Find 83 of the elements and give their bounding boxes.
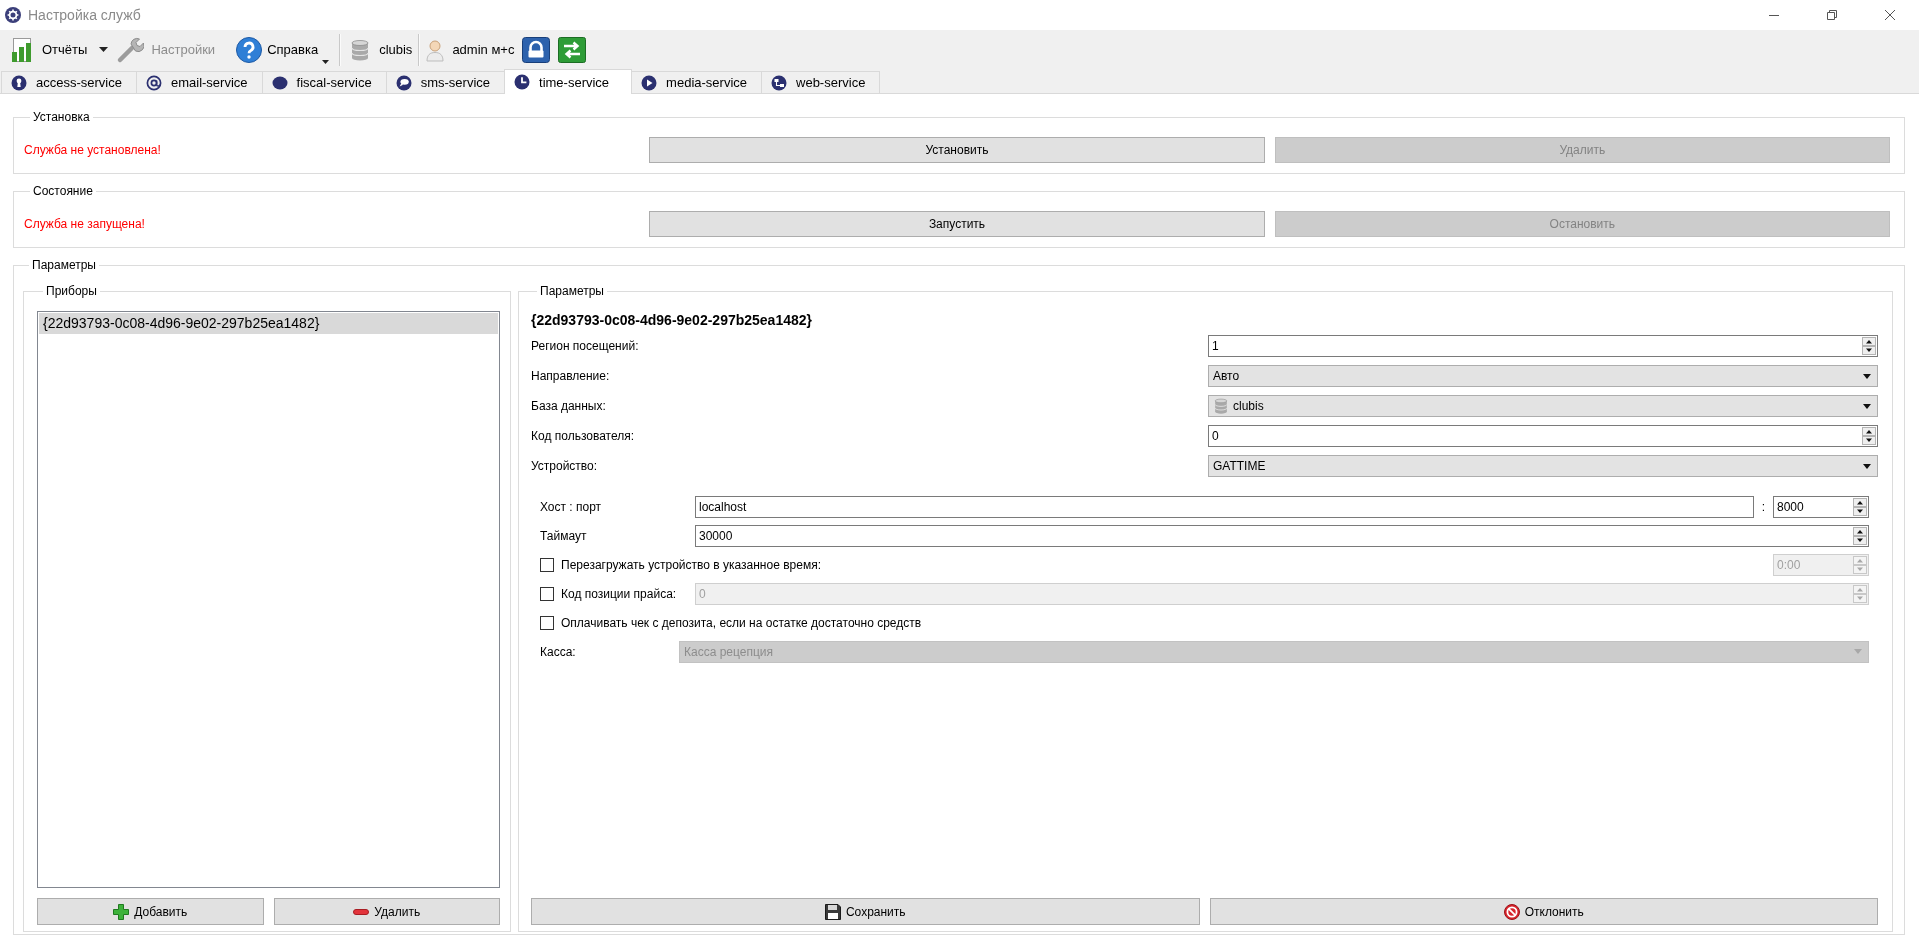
action-button[interactable]: Удалить: [273, 898, 500, 925]
action-button[interactable]: Запустить: [649, 211, 1265, 237]
host-field[interactable]: localhost: [695, 495, 1754, 518]
list-item[interactable]: {22d93793-0c08-4d96-9e02-297b25ea1482}: [39, 313, 498, 334]
action-button[interactable]: Добавить: [37, 898, 264, 925]
help-icon: [235, 35, 264, 64]
window-title: Настройка служб: [28, 7, 141, 23]
spin-arrows-icon: [1853, 555, 1867, 574]
caret-icon: [1863, 403, 1871, 409]
group-title: Параметры: [539, 284, 605, 298]
number-field[interactable]: 0: [1208, 425, 1878, 447]
switch-button[interactable]: [558, 36, 587, 63]
action-button[interactable]: Установить: [649, 137, 1265, 163]
gear-icon: [5, 7, 21, 23]
spin-arrows-icon: [1862, 427, 1876, 445]
checkbox-label: Код позиции прайса:: [561, 586, 677, 601]
spin-arrows-icon: [1853, 584, 1867, 603]
tab[interactable]: email-service: [135, 71, 263, 93]
caret-icon: [1863, 463, 1871, 469]
caret-icon: [322, 59, 330, 64]
number-field[interactable]: 30000: [695, 524, 1869, 547]
caret-icon: [1854, 649, 1862, 654]
at-sign-icon: [145, 74, 162, 91]
field-label: Устройство:: [531, 459, 599, 473]
device-list[interactable]: {22d93793-0c08-4d96-9e02-297b25ea1482}: [37, 311, 500, 888]
prohibited-icon: [1503, 903, 1520, 920]
padlock-icon: [522, 36, 551, 63]
database-icon: [1213, 398, 1229, 414]
group-title: Состояние: [32, 184, 94, 198]
group-title: Параметры: [31, 258, 97, 272]
group-title: Приборы: [45, 284, 98, 298]
number-field[interactable]: 8000: [1773, 495, 1869, 518]
wrench-icon: [116, 35, 145, 64]
plus-icon: [113, 903, 130, 920]
database-name: clubis: [379, 42, 413, 57]
field-label: База данных:: [531, 399, 607, 413]
caret-icon: [99, 47, 109, 52]
help-menu-button[interactable]: Справка: [231, 32, 334, 67]
oval-icon: [271, 74, 288, 91]
close-icon: [1885, 10, 1895, 20]
swap-arrows-icon: [558, 36, 587, 63]
field-label: Регион посещений:: [531, 339, 640, 353]
user-name: admin м+с: [452, 42, 515, 57]
dropdown[interactable]: Авто: [1208, 365, 1878, 387]
minus-icon: [353, 908, 370, 915]
dropdown[interactable]: clubis: [1208, 395, 1878, 417]
spin-arrows-icon: [1862, 337, 1876, 355]
dropdown[interactable]: GATTIME: [1208, 455, 1878, 477]
field-label: Таймаут: [540, 528, 588, 543]
tab[interactable]: sms-service: [385, 71, 505, 93]
action-button[interactable]: Сохранить: [531, 898, 1200, 925]
tab[interactable]: time-service: [504, 69, 633, 94]
tab[interactable]: web-service: [761, 71, 881, 93]
chat-bubble-icon: [395, 74, 412, 91]
field-label: Направление:: [531, 369, 611, 383]
checkbox[interactable]: [540, 615, 554, 630]
device-id: {22d93793-0c08-4d96-9e02-297b25ea1482}: [531, 311, 813, 329]
network-icon: [771, 74, 787, 91]
checkbox-label: Перезагружать устройство в указанное время:: [561, 557, 821, 572]
minimize-icon: [1769, 14, 1779, 16]
play-icon: [641, 74, 658, 91]
keyhole-icon: [11, 74, 27, 91]
status-message: Служба не запущена!: [24, 217, 146, 231]
tab[interactable]: media-service: [631, 71, 762, 93]
field-label: Код пользователя:: [531, 429, 636, 443]
user-icon: [425, 37, 446, 62]
spin-arrows-icon: [1853, 526, 1867, 545]
caret-icon: [1863, 373, 1871, 379]
action-button[interactable]: Отклонить: [1209, 898, 1878, 925]
group-title: Установка: [32, 110, 91, 124]
separator-label: :: [1760, 499, 1767, 514]
restore-icon: [1827, 10, 1837, 20]
number-field[interactable]: 1: [1208, 335, 1878, 357]
status-message: Служба не установлена!: [24, 143, 162, 157]
field-label: Хост : порт: [540, 499, 603, 514]
field-label: Касса:: [540, 644, 577, 659]
checkbox-label: Оплачивать чек с депозита, если на остатке достаточно средств: [561, 615, 922, 630]
spin-arrows-icon: [1853, 497, 1867, 516]
lock-button[interactable]: [522, 36, 551, 63]
clock-icon: [514, 74, 530, 90]
tab[interactable]: access-service: [1, 71, 137, 93]
reports-menu-button[interactable]: Отчёты: [5, 32, 113, 67]
tab[interactable]: fiscal-service: [261, 71, 387, 93]
